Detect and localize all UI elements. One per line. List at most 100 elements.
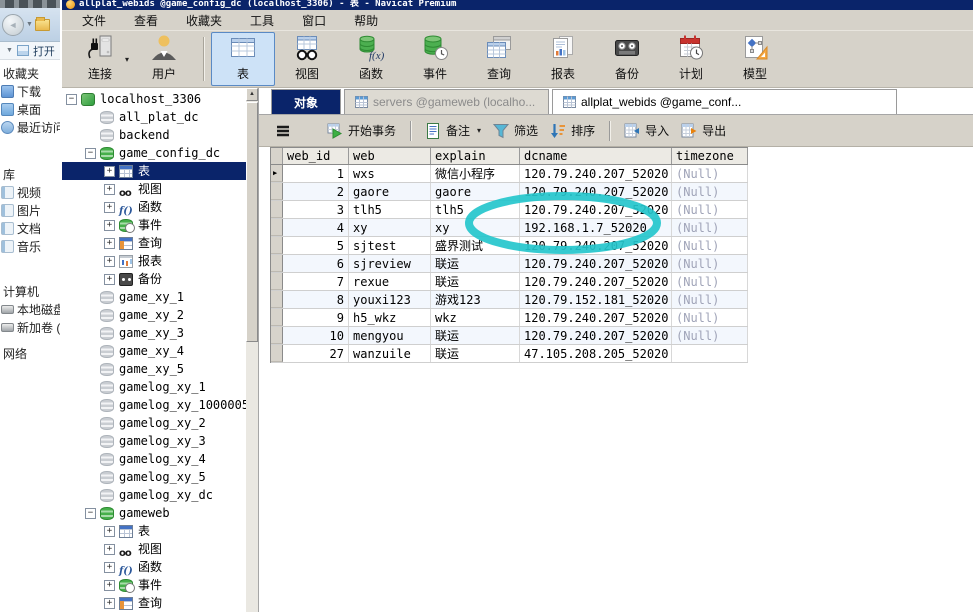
cell-web-id[interactable]: 7 [283, 273, 349, 290]
cell-web-id[interactable]: 5 [283, 237, 349, 254]
tree-item[interactable]: 函数 [62, 198, 246, 216]
cell-web[interactable]: sjreview [349, 255, 431, 272]
tree-item[interactable]: 视图 [62, 540, 246, 558]
table-row[interactable]: 5 sjtest 盛界测试 120.79.240.207_52020 (Null… [271, 237, 748, 255]
cell-web[interactable]: sjtest [349, 237, 431, 254]
cell-web[interactable]: wxs [349, 165, 431, 182]
explorer-item[interactable]: 新加卷 (D [0, 318, 60, 336]
user-button[interactable]: 用户 [132, 32, 196, 86]
expander-icon[interactable] [66, 94, 77, 105]
cell-dcname[interactable]: 120.79.152.181_52020 [520, 291, 672, 308]
cell-web-id[interactable]: 10 [283, 327, 349, 344]
explorer-item[interactable]: 库 [0, 165, 60, 183]
tree-item[interactable]: backend [62, 126, 246, 144]
table-row[interactable]: 7 rexue 联运 120.79.240.207_52020 (Null) [271, 273, 748, 291]
reports-button[interactable]: 报表 [531, 32, 595, 86]
expander-icon[interactable] [104, 598, 115, 609]
tree-item[interactable]: game_config_dc [62, 144, 246, 162]
schedule-button[interactable]: 计划 [659, 32, 723, 86]
cell-dcname[interactable]: 120.79.240.207_52020 [520, 309, 672, 326]
begin-transaction-button[interactable]: 开始事务 [321, 119, 402, 142]
cell-web-id[interactable]: 1 [283, 165, 349, 182]
explorer-item[interactable]: 计算机 [0, 282, 60, 300]
column-header-web-id[interactable]: web_id [283, 148, 349, 164]
row-selector[interactable] [271, 345, 283, 362]
cell-web[interactable]: youxi123 [349, 291, 431, 308]
cell-explain[interactable]: 联运 [431, 327, 520, 344]
cell-timezone[interactable]: (Null) [672, 309, 748, 326]
cell-dcname[interactable]: 47.105.208.205_52020 [520, 345, 672, 362]
menu-file[interactable]: 文件 [68, 10, 120, 31]
tables-button[interactable]: 表 [211, 32, 275, 86]
tree-item[interactable]: gamelog_xy_1 [62, 378, 246, 396]
expander-icon[interactable] [104, 580, 115, 591]
cell-timezone[interactable]: (Null) [672, 291, 748, 308]
tree-item[interactable]: 表 [62, 162, 246, 180]
explorer-item[interactable]: 最近访问的 [0, 118, 60, 136]
cell-web-id[interactable]: 2 [283, 183, 349, 200]
table-row[interactable]: 10 mengyou 联运 120.79.240.207_52020 (Null… [271, 327, 748, 345]
chevron-down-icon[interactable]: ▾ [125, 55, 129, 64]
cell-web[interactable]: xy [349, 219, 431, 236]
tree-item[interactable]: game_xy_1 [62, 288, 246, 306]
tree-item[interactable]: 表 [62, 522, 246, 540]
cell-explain[interactable]: 游戏123 [431, 291, 520, 308]
cell-web-id[interactable]: 8 [283, 291, 349, 308]
tab-objects[interactable]: 对象 [271, 89, 341, 114]
cell-web-id[interactable]: 9 [283, 309, 349, 326]
column-header-web[interactable]: web [349, 148, 431, 164]
row-selector[interactable] [271, 219, 283, 236]
tree-item[interactable]: 事件 [62, 576, 246, 594]
cell-dcname[interactable]: 120.79.240.207_52020 [520, 201, 672, 218]
cell-web[interactable]: rexue [349, 273, 431, 290]
import-button[interactable]: 导入 [618, 119, 675, 142]
cell-explain[interactable]: gaore [431, 183, 520, 200]
cell-explain[interactable]: wkz [431, 309, 520, 326]
row-selector[interactable] [271, 255, 283, 272]
row-selector[interactable] [271, 237, 283, 254]
cell-timezone[interactable]: (Null) [672, 237, 748, 254]
views-button[interactable]: 视图 [275, 32, 339, 86]
tree-item[interactable]: 视图 [62, 180, 246, 198]
column-header-explain[interactable]: explain [431, 148, 520, 164]
tree-item[interactable]: 查询 [62, 234, 246, 252]
cell-explain[interactable]: tlh5 [431, 201, 520, 218]
cell-web-id[interactable]: 3 [283, 201, 349, 218]
menu-window[interactable]: 窗口 [288, 10, 340, 31]
expander-icon[interactable] [85, 148, 96, 159]
explorer-item[interactable]: 视频 [0, 183, 60, 201]
row-selector[interactable] [271, 309, 283, 326]
tree-item[interactable]: gameweb [62, 504, 246, 522]
tree-item[interactable]: game_xy_3 [62, 324, 246, 342]
cell-dcname[interactable]: 120.79.240.207_52020 [520, 255, 672, 272]
tree-item[interactable]: gamelog_xy_2 [62, 414, 246, 432]
tree-item[interactable]: gamelog_xy_1000005 [62, 396, 246, 414]
cell-web-id[interactable]: 6 [283, 255, 349, 272]
row-selector[interactable] [271, 183, 283, 200]
queries-button[interactable]: 查询 [467, 32, 531, 86]
expander-icon[interactable] [104, 274, 115, 285]
cell-dcname[interactable]: 120.79.240.207_52020 [520, 237, 672, 254]
cell-explain[interactable]: 联运 [431, 345, 520, 362]
cell-explain[interactable]: 微信小程序 [431, 165, 520, 182]
cell-web[interactable]: h5_wkz [349, 309, 431, 326]
explorer-item[interactable]: 图片 [0, 201, 60, 219]
chevron-down-icon[interactable]: ▾ [477, 126, 481, 135]
tree-item[interactable]: gamelog_xy_3 [62, 432, 246, 450]
tree-scrollbar[interactable]: ▲ [246, 88, 258, 612]
cell-dcname[interactable]: 192.168.1.7_52020 [520, 219, 672, 236]
explorer-item[interactable]: 本地磁盘 [0, 300, 60, 318]
note-button[interactable]: 备注 ▾ [419, 119, 487, 142]
table-row[interactable]: 9 h5_wkz wkz 120.79.240.207_52020 (Null) [271, 309, 748, 327]
explorer-item[interactable]: 网络 [0, 344, 60, 362]
table-row[interactable]: 6 sjreview 联运 120.79.240.207_52020 (Null… [271, 255, 748, 273]
cell-web[interactable]: mengyou [349, 327, 431, 344]
tree-item[interactable]: game_xy_4 [62, 342, 246, 360]
cell-web-id[interactable]: 27 [283, 345, 349, 362]
expander-icon[interactable] [85, 508, 96, 519]
cell-timezone[interactable] [672, 345, 748, 362]
tree-item[interactable]: gamelog_xy_dc [62, 486, 246, 504]
back-button[interactable]: ◄ [2, 14, 24, 36]
cell-web[interactable]: wanzuile [349, 345, 431, 362]
expander-icon[interactable] [104, 184, 115, 195]
